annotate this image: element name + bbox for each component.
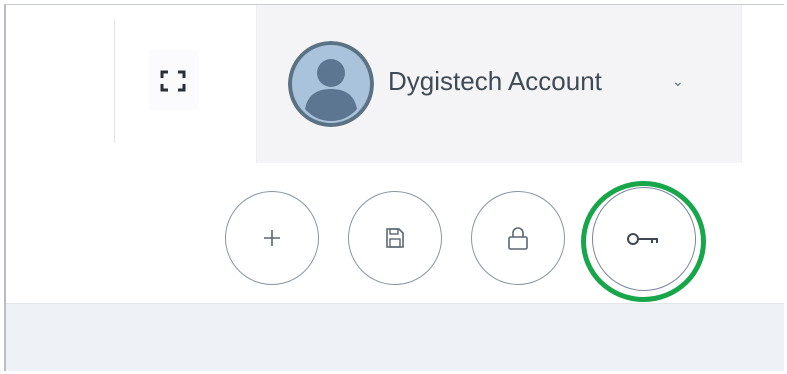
header-divider (114, 19, 115, 143)
fullscreen-button[interactable] (149, 50, 199, 110)
user-avatar-icon (288, 41, 374, 127)
plus-icon (264, 230, 280, 246)
top-header: Dygistech Account ⌄ (6, 5, 784, 164)
account-menu[interactable]: Dygistech Account ⌄ (256, 5, 742, 163)
key-icon (627, 233, 658, 245)
lock-icon (508, 227, 528, 250)
save-button[interactable] (348, 191, 442, 285)
fullscreen-icon (160, 70, 186, 92)
add-button[interactable] (225, 191, 319, 285)
lock-button[interactable] (471, 191, 565, 285)
content-area (6, 303, 784, 371)
account-name: Dygistech Account (388, 66, 602, 96)
action-toolbar (6, 163, 784, 303)
app-frame: Dygistech Account ⌄ (4, 4, 784, 371)
save-icon (386, 228, 404, 248)
key-button[interactable] (592, 187, 696, 291)
chevron-down-icon: ⌄ (672, 73, 684, 89)
